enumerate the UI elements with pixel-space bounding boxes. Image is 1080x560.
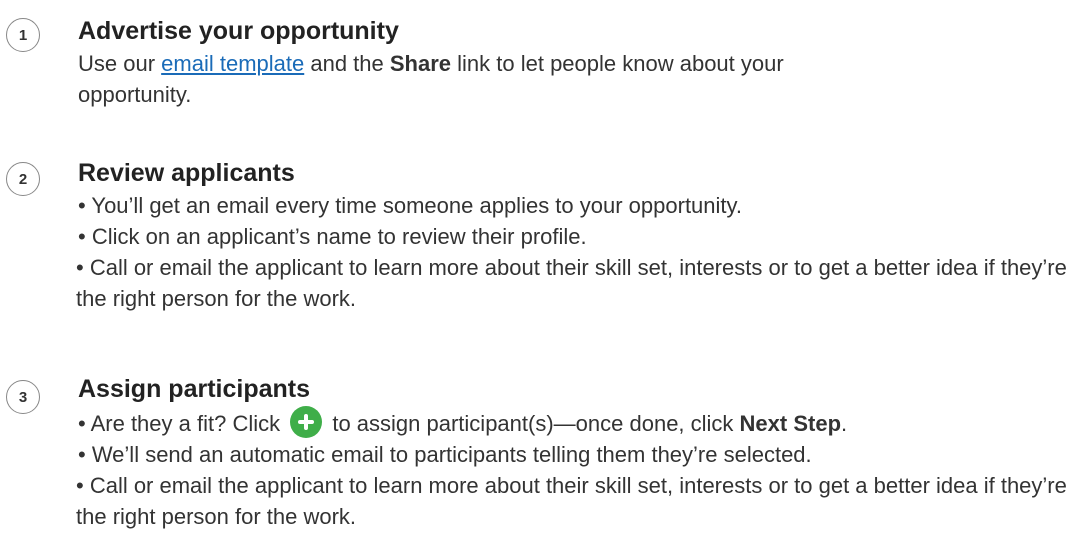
share-label: Share xyxy=(389,51,452,76)
email-template-link[interactable]: email template xyxy=(161,51,304,76)
bullet-text: to assign participant(s)—once done, clic… xyxy=(326,411,740,436)
bullet-item: • Click on an applicant’s name to review… xyxy=(78,224,587,249)
bullet-item: • We’ll send an automatic email to parti… xyxy=(78,442,812,467)
bullet-item-fit: • Are they a fit? Click to assign partic… xyxy=(78,406,1076,439)
description-text: and the xyxy=(304,51,390,76)
step-title: Advertise your opportunity xyxy=(78,17,399,45)
bullet-text: . xyxy=(841,411,848,436)
step-number-badge: 2 xyxy=(6,162,40,196)
bullet-item: • You’ll get an email every time someone… xyxy=(78,193,743,218)
description-text: Use our xyxy=(78,51,162,76)
bullet-item: • Call or email the applicant to learn m… xyxy=(76,473,1067,529)
bullet-text: • Are they a fit? Click xyxy=(78,411,287,436)
step-number-badge: 3 xyxy=(6,380,40,414)
onboarding-steps: 1 Advertise your opportunity Use our ema… xyxy=(0,0,1080,560)
step-body: Advertise your opportunity Use our email… xyxy=(78,14,1076,110)
step-title: Assign participants xyxy=(78,375,310,403)
bullet-item: • Call or email the applicant to learn m… xyxy=(76,255,1067,311)
step-number-badge: 1 xyxy=(6,18,40,52)
step-body: Assign participants • Are they a fit? Cl… xyxy=(76,358,1076,532)
next-step-label: Next Step xyxy=(739,411,842,436)
plus-circle-icon[interactable] xyxy=(290,406,323,438)
step-description: Use our email template and the Share lin… xyxy=(78,48,798,110)
step-title: Review applicants xyxy=(78,159,295,187)
step-body: Review applicants • You’ll get an email … xyxy=(76,156,1076,314)
